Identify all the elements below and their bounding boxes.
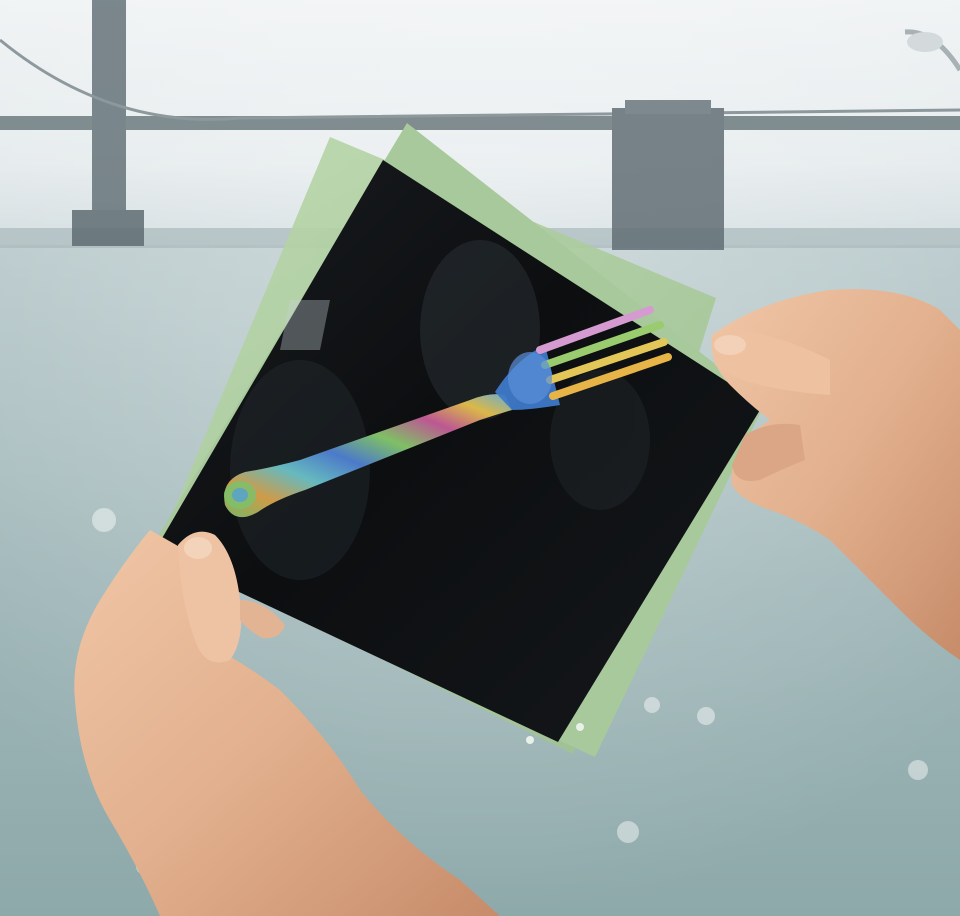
bridge-tower-left bbox=[92, 0, 126, 240]
bridge-pier-cap bbox=[625, 100, 711, 114]
bridge-tower-left-base bbox=[72, 210, 144, 246]
film-hole bbox=[576, 723, 584, 731]
film-hole bbox=[526, 736, 534, 744]
bridge-pier-right bbox=[612, 108, 724, 250]
bridge-deck bbox=[0, 116, 960, 130]
right-thumbnail bbox=[714, 335, 746, 355]
left-thumbnail bbox=[184, 537, 212, 559]
photo-scene bbox=[0, 0, 960, 916]
